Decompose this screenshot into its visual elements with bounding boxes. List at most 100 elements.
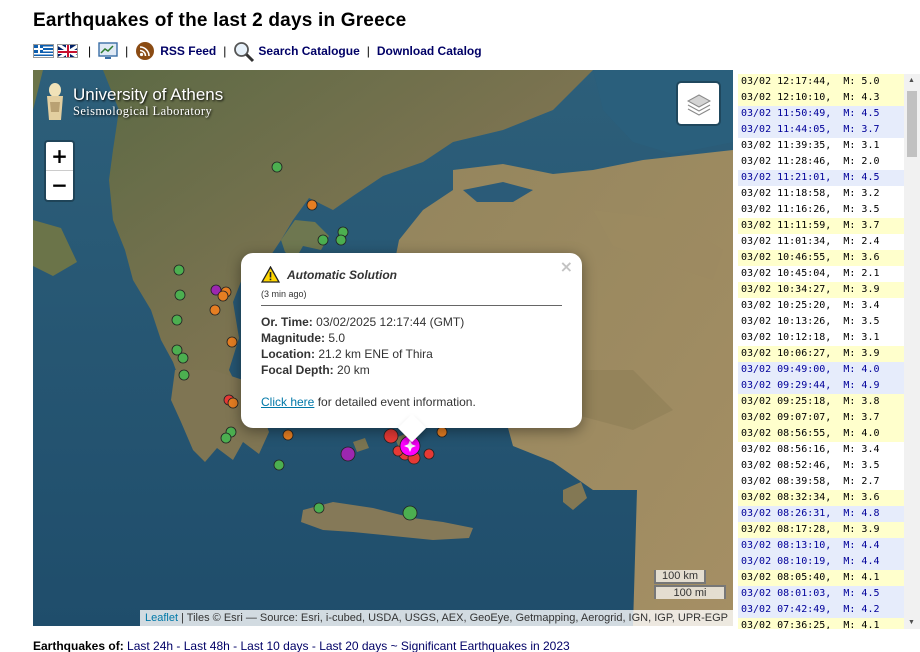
event-magnitude: M: 2.7 — [843, 476, 880, 487]
popup-close-button[interactable]: × — [560, 257, 573, 276]
last-48h-link[interactable]: Last 48h — [184, 639, 230, 652]
event-list-item[interactable]: 03/02 08:10:19, M: 4.4 — [738, 554, 904, 570]
earthquake-marker[interactable] — [271, 161, 283, 173]
earthquake-marker[interactable] — [173, 264, 185, 276]
event-list-item[interactable]: 03/02 10:46:55, M: 3.6 — [738, 250, 904, 266]
event-list-item[interactable]: 03/02 10:12:18, M: 3.1 — [738, 330, 904, 346]
earthquake-marker[interactable] — [317, 234, 329, 246]
event-list-scrollbar[interactable]: ▲ ▼ — [904, 74, 920, 629]
event-list-item[interactable]: 03/02 08:13:10, M: 4.4 — [738, 538, 904, 554]
event-list-item[interactable]: 03/02 11:21:01, M: 4.5 — [738, 170, 904, 186]
event-magnitude: M: 3.9 — [843, 348, 880, 359]
earthquake-marker[interactable] — [306, 199, 318, 211]
event-list-item[interactable]: 03/02 10:45:04, M: 2.1 — [738, 266, 904, 282]
event-magnitude: M: 3.5 — [843, 316, 880, 327]
event-details-link[interactable]: Click here — [261, 395, 314, 409]
earthquake-marker[interactable] — [313, 502, 325, 514]
last-20-days-link[interactable]: Last 20 days — [319, 639, 387, 652]
rss-icon[interactable] — [135, 41, 155, 61]
scroll-down-arrow-icon[interactable]: ▼ — [908, 619, 915, 626]
event-list-item[interactable]: 03/02 10:13:26, M: 3.5 — [738, 314, 904, 330]
event-list-item[interactable]: 03/02 11:11:59, M: 3.7 — [738, 218, 904, 234]
event-list-item[interactable]: 03/02 11:44:05, M: 3.7 — [738, 122, 904, 138]
event-time: 03/02 11:21:01, — [741, 172, 832, 183]
earthquake-marker[interactable] — [335, 234, 347, 246]
event-list-item[interactable]: 03/02 12:17:44, M: 5.0 — [738, 74, 904, 90]
event-list-item[interactable]: 03/02 09:07:07, M: 3.7 — [738, 410, 904, 426]
event-magnitude: M: 4.0 — [843, 428, 880, 439]
map-attribution: Leaflet | Tiles © Esri — Source: Esri, i… — [140, 610, 733, 626]
earthquake-marker[interactable] — [402, 505, 418, 521]
event-time: 03/02 11:50:49, — [741, 108, 832, 119]
event-list-item[interactable]: 03/02 08:01:03, M: 4.5 — [738, 586, 904, 602]
search-catalogue-link[interactable]: Search Catalogue — [258, 44, 359, 58]
event-time: 03/02 09:49:00, — [741, 364, 832, 375]
scroll-up-arrow-icon[interactable]: ▲ — [908, 77, 915, 84]
download-catalog-link[interactable]: Download Catalog — [377, 44, 482, 58]
event-time: 03/02 10:34:27, — [741, 284, 832, 295]
event-time: 03/02 07:42:49, — [741, 604, 832, 615]
earthquake-marker[interactable] — [436, 426, 448, 438]
event-magnitude: M: 4.0 — [843, 364, 880, 375]
earthquake-marker[interactable] — [177, 352, 189, 364]
earthquake-marker[interactable] — [209, 304, 221, 316]
event-list-item[interactable]: 03/02 08:39:58, M: 2.7 — [738, 474, 904, 490]
event-list-item[interactable]: 03/02 11:39:35, M: 3.1 — [738, 138, 904, 154]
event-magnitude: M: 3.4 — [843, 444, 880, 455]
event-list-item[interactable]: 03/02 08:56:55, M: 4.0 — [738, 426, 904, 442]
event-list-item[interactable]: 03/02 08:26:31, M: 4.8 — [738, 506, 904, 522]
event-list-item[interactable]: 03/02 11:50:49, M: 4.5 — [738, 106, 904, 122]
earthquake-marker[interactable] — [340, 446, 356, 462]
significant-earthquakes-link[interactable]: Significant Earthquakes in 2023 — [401, 639, 570, 652]
event-magnitude: M: 3.1 — [843, 332, 880, 343]
earthquake-marker[interactable] — [227, 397, 239, 409]
event-list-item[interactable]: 03/02 10:06:27, M: 3.9 — [738, 346, 904, 362]
earthquake-marker[interactable] — [220, 432, 232, 444]
monitor-chart-icon[interactable] — [98, 41, 118, 61]
event-list-item[interactable]: 03/02 08:56:16, M: 3.4 — [738, 442, 904, 458]
event-list-item[interactable]: 03/02 11:28:46, M: 2.0 — [738, 154, 904, 170]
rss-feed-link[interactable]: RSS Feed — [160, 44, 216, 58]
earthquake-marker[interactable] — [226, 336, 238, 348]
event-list-item[interactable]: 03/02 08:05:40, M: 4.1 — [738, 570, 904, 586]
earthquake-marker[interactable] — [174, 289, 186, 301]
event-list-item[interactable]: 03/02 08:52:46, M: 3.5 — [738, 458, 904, 474]
earthquake-marker[interactable] — [178, 369, 190, 381]
last-24h-link[interactable]: Last 24h — [127, 639, 173, 652]
magnifier-icon[interactable] — [233, 41, 255, 63]
event-list-item[interactable]: 03/02 07:42:49, M: 4.2 — [738, 602, 904, 618]
leaflet-link[interactable]: Leaflet — [145, 612, 178, 624]
event-list-item[interactable]: 03/02 07:36:25, M: 4.1 — [738, 618, 904, 629]
popup-time-ago: (3 min ago) — [261, 289, 307, 299]
attribution-text: | Tiles © Esri — Source: Esri, i-cubed, … — [178, 612, 728, 624]
greek-flag-icon[interactable] — [33, 44, 54, 58]
event-time: 03/02 08:32:34, — [741, 492, 832, 503]
event-magnitude: M: 4.2 — [843, 604, 880, 615]
event-list-item[interactable]: 03/02 12:10:10, M: 4.3 — [738, 90, 904, 106]
earthquake-marker[interactable] — [423, 448, 435, 460]
scroll-thumb[interactable] — [907, 91, 917, 157]
earthquake-marker[interactable] — [383, 428, 399, 444]
event-list-item[interactable]: 03/02 11:01:34, M: 2.4 — [738, 234, 904, 250]
earthquake-map[interactable]: University of Athens Seismological Labor… — [33, 70, 733, 626]
event-list-item[interactable]: 03/02 08:17:28, M: 3.9 — [738, 522, 904, 538]
earthquake-marker[interactable] — [171, 314, 183, 326]
earthquake-marker[interactable] — [282, 429, 294, 441]
earthquake-marker[interactable] — [273, 459, 285, 471]
event-list-item[interactable]: 03/02 09:49:00, M: 4.0 — [738, 362, 904, 378]
uk-flag-icon[interactable] — [57, 44, 78, 58]
last-10-days-link[interactable]: Last 10 days — [240, 639, 308, 652]
event-list-item[interactable]: 03/02 10:25:20, M: 3.4 — [738, 298, 904, 314]
event-list[interactable]: 03/02 12:17:44, M: 5.0 03/02 12:10:10, M:… — [738, 74, 904, 629]
event-list-item[interactable]: 03/02 09:25:18, M: 3.8 — [738, 394, 904, 410]
earthquake-marker[interactable] — [217, 290, 229, 302]
event-list-item[interactable]: 03/02 09:29:44, M: 4.9 — [738, 378, 904, 394]
event-popup: × Automatic Solution (3 min ago) Or. Tim… — [241, 253, 582, 443]
footer-separator: - — [173, 639, 184, 652]
event-list-item[interactable]: 03/02 08:32:34, M: 3.6 — [738, 490, 904, 506]
event-list-item[interactable]: 03/02 10:34:27, M: 3.9 — [738, 282, 904, 298]
event-list-item[interactable]: 03/02 11:16:26, M: 3.5 — [738, 202, 904, 218]
event-time: 03/02 08:26:31, — [741, 508, 832, 519]
event-list-item[interactable]: 03/02 11:18:58, M: 3.2 — [738, 186, 904, 202]
scale-bar: 100 km 100 mi — [654, 570, 726, 599]
